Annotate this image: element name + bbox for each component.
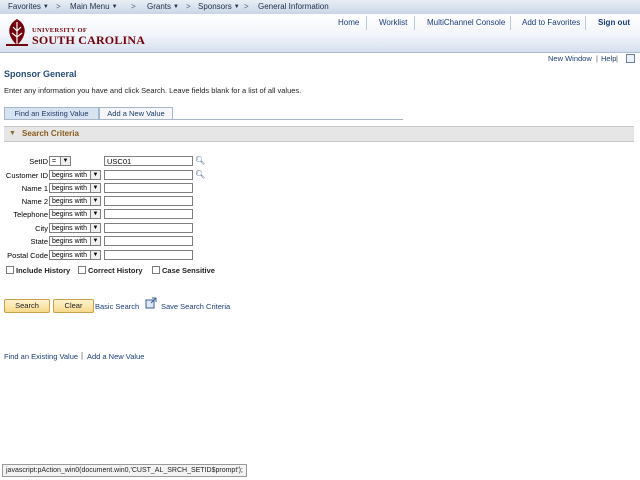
chevron-down-icon: ▼ (90, 251, 100, 259)
search-criteria-title: Search Criteria (22, 129, 79, 138)
name1-operator-value: begins with (52, 185, 88, 192)
case-sensitive-label: Case Sensitive (162, 266, 215, 275)
setid-label: SetID (29, 157, 48, 166)
customer-id-operator-select[interactable]: begins with ▼ (49, 170, 101, 180)
clear-button[interactable]: Clear (53, 299, 94, 313)
chevron-down-icon: ▼ (173, 4, 179, 10)
sign-out-link[interactable]: Sign out (598, 18, 630, 27)
chevron-down-icon: ▼ (90, 171, 100, 179)
worklist-link[interactable]: Worklist (379, 18, 407, 27)
nav-sponsors-label: Sponsors (198, 2, 232, 11)
page-instructions: Enter any information you have and click… (4, 86, 302, 95)
nav-separator: > (131, 2, 136, 11)
help-link[interactable]: Help (601, 54, 616, 63)
nav-main-menu-label: Main Menu (70, 2, 110, 11)
chevron-down-icon: ▼ (42, 4, 49, 10)
collapse-triangle-icon: ▼ (9, 130, 16, 137)
footer-find-existing-value-link[interactable]: Find an Existing Value (4, 352, 78, 361)
customer-id-input[interactable] (104, 170, 193, 180)
new-window-link[interactable]: New Window (548, 54, 592, 63)
tab-underline (4, 119, 403, 120)
correct-history-checkbox[interactable] (78, 266, 86, 274)
nav-general-information[interactable]: General Information (258, 2, 329, 11)
chevron-down-icon: ▼ (90, 197, 100, 205)
chevron-down-icon: ▼ (60, 157, 70, 165)
nav-separator: > (244, 2, 249, 11)
nav-favorites-label: Favorites (8, 2, 41, 11)
state-operator-value: begins with (52, 238, 88, 245)
chevron-down-icon: ▼ (90, 210, 100, 218)
nav-sponsors[interactable]: Sponsors ▼ (198, 2, 240, 11)
utility-divider: | (596, 54, 598, 63)
chevron-down-icon: ▼ (90, 224, 100, 232)
search-criteria-header[interactable]: ▼ Search Criteria (4, 126, 634, 142)
setid-input[interactable]: USC01 (104, 156, 193, 166)
nav-separator: > (56, 2, 61, 11)
header-divider (510, 16, 511, 30)
include-history-checkbox[interactable] (6, 266, 14, 274)
city-input[interactable] (104, 223, 193, 233)
city-operator-value: begins with (52, 225, 88, 232)
name2-label: Name 2 (21, 197, 48, 206)
home-link[interactable]: Home (338, 18, 359, 27)
chevron-down-icon: ▼ (233, 4, 240, 10)
header-divider (414, 16, 415, 30)
postal-code-operator-value: begins with (52, 252, 88, 259)
save-search-icon[interactable] (145, 297, 157, 309)
footer-add-new-value-link[interactable]: Add a New Value (87, 352, 144, 361)
name1-label: Name 1 (21, 184, 48, 193)
header-banner: UNIVERSITY OF SOUTH CAROLINA Home Workli… (0, 14, 640, 53)
telephone-label: Telephone (13, 210, 48, 219)
name2-input[interactable] (104, 196, 193, 206)
postal-code-label: Postal Code (7, 251, 48, 260)
setid-operator-value: = (52, 158, 57, 165)
state-label: State (30, 237, 48, 246)
city-label: City (35, 224, 48, 233)
city-operator-select[interactable]: begins with ▼ (49, 223, 101, 233)
nav-separator: > (186, 2, 191, 11)
add-to-favorites-link[interactable]: Add to Favorites (522, 18, 580, 27)
footer-divider: | (81, 351, 84, 360)
nav-grants-label: Grants (147, 2, 172, 11)
chevron-down-icon: ▼ (90, 237, 100, 245)
browser-status-bar: javascript:pAction_win0(document.win0,'C… (2, 464, 247, 477)
university-logo-icon (6, 19, 28, 46)
search-button[interactable]: Search (4, 299, 50, 313)
save-search-criteria-link[interactable]: Save Search Criteria (161, 302, 230, 311)
nav-main-menu[interactable]: Main Menu ▼ (70, 2, 118, 11)
multichannel-console-link[interactable]: MultiChannel Console (427, 18, 505, 27)
state-operator-select[interactable]: begins with ▼ (49, 236, 101, 246)
top-navigation-bar: Favorites ▼ > Main Menu ▼ > Grants ▼ > Spon… (0, 0, 640, 15)
chevron-down-icon: ▼ (90, 184, 100, 192)
name1-input[interactable] (104, 183, 193, 193)
header-divider (585, 16, 586, 30)
name1-operator-select[interactable]: begins with ▼ (49, 183, 101, 193)
customize-page-icon[interactable] (626, 54, 635, 63)
state-input[interactable] (104, 236, 193, 246)
correct-history-label: Correct History (88, 266, 143, 275)
nav-grants[interactable]: Grants ▼ (147, 2, 179, 11)
logo-line-2: SOUTH CAROLINA (32, 33, 146, 47)
nav-favorites[interactable]: Favorites ▼ (8, 2, 49, 11)
setid-lookup-icon[interactable]: 🔍︎ (195, 156, 205, 165)
include-history-label: Include History (16, 266, 71, 275)
name2-operator-value: begins with (52, 198, 88, 205)
utility-divider: | (616, 54, 618, 63)
telephone-operator-value: begins with (52, 211, 88, 218)
customer-id-label: Customer ID (5, 171, 48, 180)
setid-operator-select[interactable]: = ▼ (49, 156, 71, 166)
telephone-input[interactable] (104, 209, 193, 219)
case-sensitive-checkbox[interactable] (152, 266, 160, 274)
basic-search-link[interactable]: Basic Search (95, 302, 139, 311)
customer-id-lookup-icon[interactable]: 🔍︎ (195, 170, 205, 179)
postal-code-operator-select[interactable]: begins with ▼ (49, 250, 101, 260)
chevron-down-icon: ▼ (111, 4, 118, 10)
postal-code-input[interactable] (104, 250, 193, 260)
customer-id-operator-value: begins with (52, 172, 88, 179)
name2-operator-select[interactable]: begins with ▼ (49, 196, 101, 206)
telephone-operator-select[interactable]: begins with ▼ (49, 209, 101, 219)
header-divider (366, 16, 367, 30)
page-title: Sponsor General (4, 69, 77, 79)
